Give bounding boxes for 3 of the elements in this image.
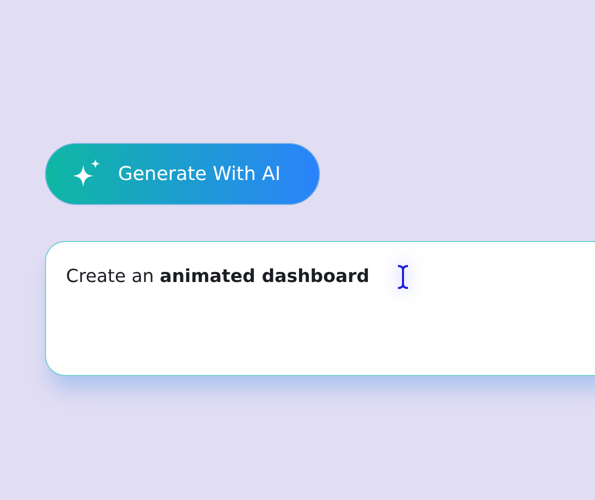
prompt-field[interactable]: Create an animated dashboard [45, 241, 595, 376]
sparkle-icon [72, 159, 102, 189]
text-cursor-icon [397, 264, 410, 290]
